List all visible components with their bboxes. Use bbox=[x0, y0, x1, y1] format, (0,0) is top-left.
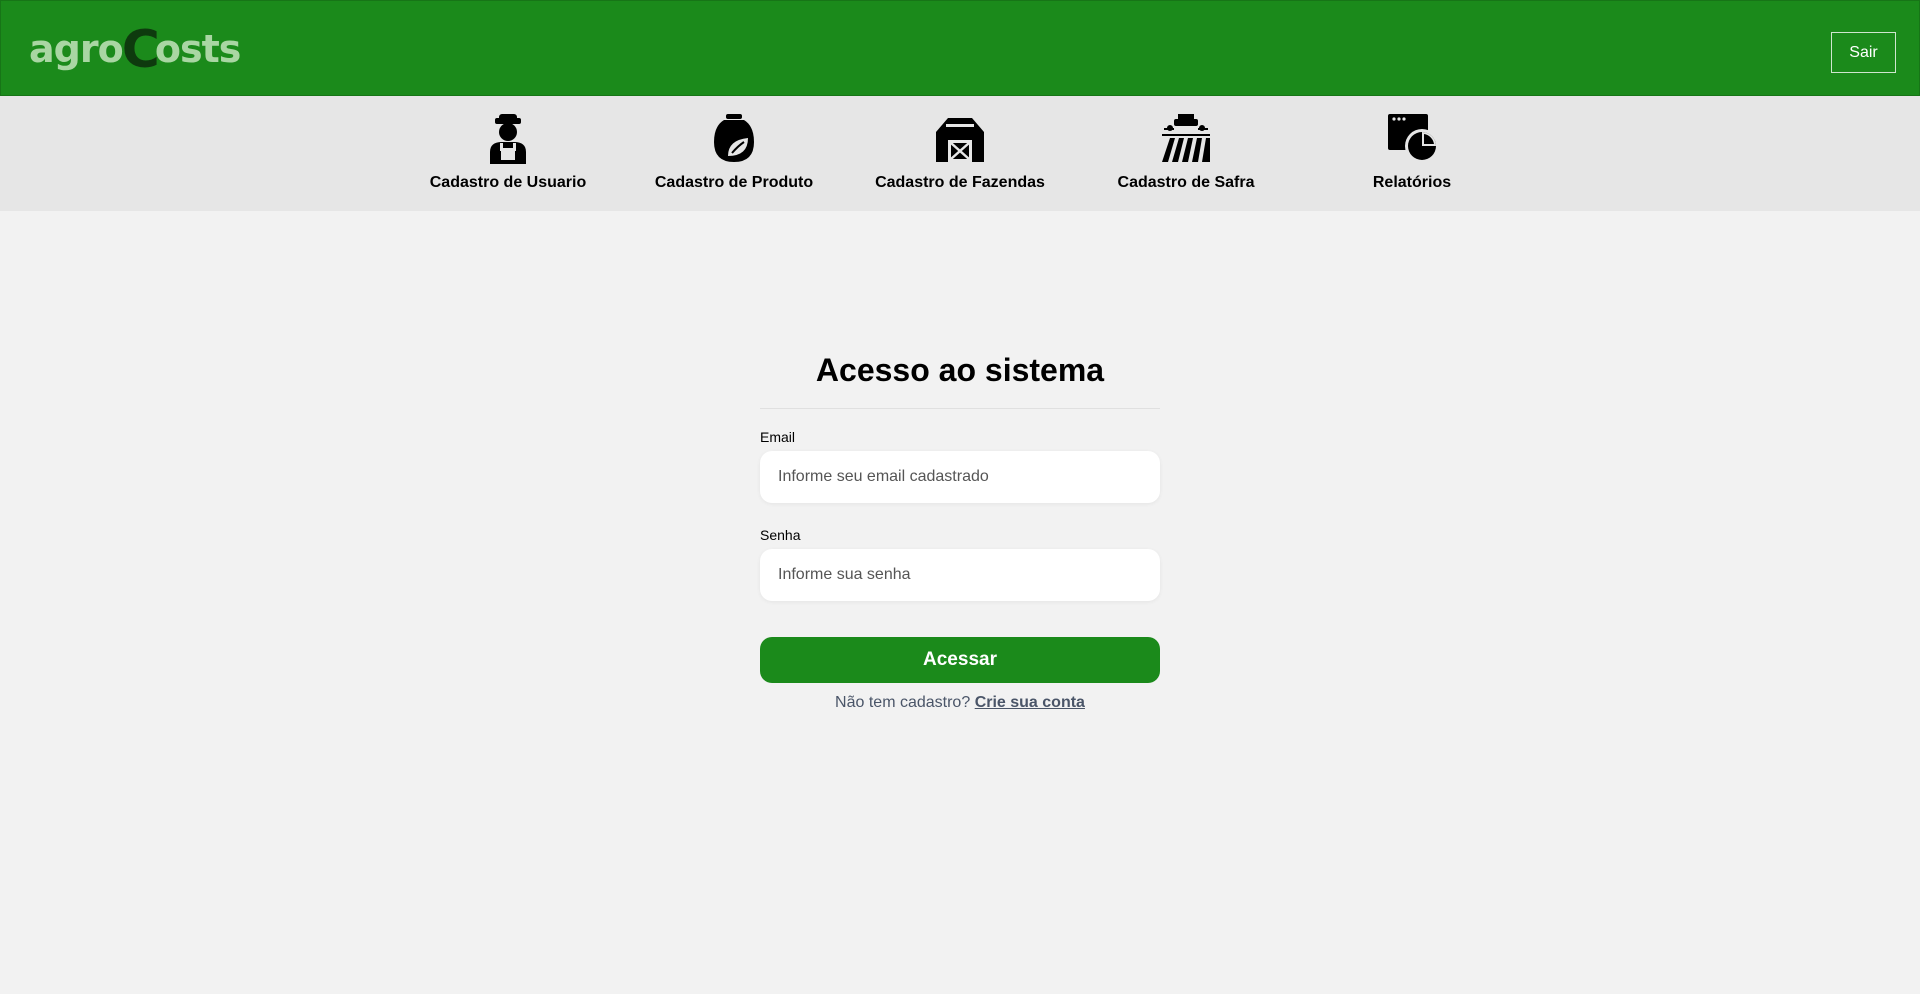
top-header: agro Costs Sair bbox=[0, 0, 1920, 96]
nav-item-label: Cadastro de Produto bbox=[654, 174, 814, 191]
signup-link[interactable]: Crie sua conta bbox=[975, 694, 1085, 711]
logo-text-prefix: agro bbox=[29, 27, 124, 71]
fertilizer-bag-icon bbox=[714, 114, 754, 162]
nav-item-cadastro-safra[interactable]: Cadastro de Safra bbox=[1086, 112, 1286, 202]
title-divider bbox=[760, 408, 1160, 409]
tractor-field-icon bbox=[1162, 114, 1210, 162]
password-label: Senha bbox=[760, 527, 801, 543]
agrocosts-logo[interactable]: agro Costs bbox=[29, 20, 242, 80]
login-title: Acesso ao sistema bbox=[815, 352, 1105, 388]
login-card: Acesso ao sistema Email Senha Acessar Nã… bbox=[760, 340, 1160, 712]
farmer-icon bbox=[490, 114, 526, 164]
logo-big-c: C bbox=[121, 20, 160, 80]
main-nav: Cadastro de Usuario Cadastro de Produto … bbox=[0, 96, 1920, 211]
signup-line: Não tem cadastro? Crie sua conta bbox=[760, 694, 1160, 712]
barn-icon bbox=[936, 118, 984, 162]
email-label: Email bbox=[760, 429, 796, 445]
logout-button[interactable]: Sair bbox=[1831, 32, 1896, 73]
nav-item-label: Cadastro de Usuario bbox=[429, 174, 587, 191]
nav-item-cadastro-fazendas[interactable]: Cadastro de Fazendas bbox=[860, 112, 1060, 202]
signup-prompt: Não tem cadastro? bbox=[835, 694, 971, 711]
password-field[interactable] bbox=[760, 549, 1160, 601]
nav-item-label: Cadastro de Safra bbox=[1117, 174, 1255, 191]
email-field[interactable] bbox=[760, 451, 1160, 503]
nav-item-cadastro-produto[interactable]: Cadastro de Produto bbox=[634, 112, 834, 202]
report-chart-icon bbox=[1388, 114, 1438, 163]
nav-item-label: Relatórios bbox=[1372, 174, 1452, 191]
nav-item-relatorios[interactable]: Relatórios bbox=[1312, 112, 1512, 202]
login-submit-button[interactable]: Acessar bbox=[760, 637, 1160, 683]
logo-text-suffix: osts bbox=[154, 27, 242, 71]
nav-item-cadastro-usuario[interactable]: Cadastro de Usuario bbox=[408, 112, 608, 202]
nav-item-label: Cadastro de Fazendas bbox=[875, 174, 1045, 191]
